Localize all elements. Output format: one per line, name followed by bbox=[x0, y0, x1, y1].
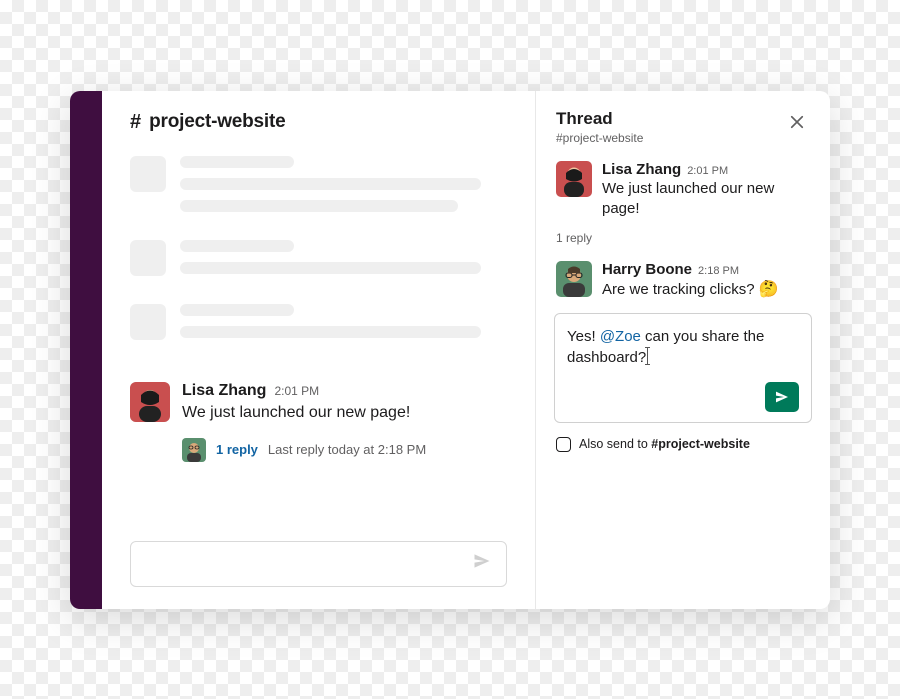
thread-message[interactable]: Harry Boone 2:18 PM Are we tracking click… bbox=[556, 261, 810, 301]
thread-text: We just launched our new page! bbox=[602, 179, 810, 220]
avatar-harry[interactable] bbox=[556, 261, 592, 297]
thread-text: Are we tracking clicks? 🤔 bbox=[602, 279, 810, 301]
avatar-lisa[interactable] bbox=[130, 382, 170, 422]
thread-pane: Thread #project-website Lisa Zhang 2:01 P… bbox=[536, 91, 830, 609]
send-button[interactable] bbox=[765, 382, 799, 412]
mention[interactable]: @Zoe bbox=[600, 328, 641, 345]
channel-name: project-website bbox=[149, 111, 285, 133]
hash-icon: # bbox=[130, 111, 141, 134]
thread-time: 2:18 PM bbox=[698, 265, 739, 277]
message-placeholders bbox=[108, 148, 529, 376]
also-send-label: Also send to #project-website bbox=[579, 437, 750, 451]
thread-header: Thread #project-website bbox=[536, 91, 830, 155]
channel-composer[interactable] bbox=[130, 541, 507, 587]
thread-message[interactable]: Lisa Zhang 2:01 PM We just launched our n… bbox=[556, 161, 810, 220]
replies-link[interactable]: 1 reply bbox=[216, 442, 258, 457]
message-author[interactable]: Lisa Zhang bbox=[182, 382, 266, 400]
thread-author[interactable]: Lisa Zhang bbox=[602, 161, 681, 178]
app-window: # project-website bbox=[70, 91, 830, 609]
thinking-face-emoji: 🤔 bbox=[759, 281, 779, 298]
avatar-harry-small bbox=[182, 438, 206, 462]
also-send-row[interactable]: Also send to #project-website bbox=[536, 433, 830, 456]
avatar-lisa[interactable] bbox=[556, 161, 592, 197]
thread-composer-text[interactable]: Yes! @Zoe can you share the dashboard? bbox=[567, 326, 799, 368]
channel-message[interactable]: Lisa Zhang 2:01 PM We just launched our … bbox=[108, 376, 529, 430]
thread-time: 2:01 PM bbox=[687, 165, 728, 177]
also-send-checkbox[interactable] bbox=[556, 437, 571, 452]
thread-title: Thread bbox=[556, 109, 643, 129]
message-text: We just launched our new page! bbox=[182, 402, 507, 424]
thread-composer[interactable]: Yes! @Zoe can you share the dashboard? bbox=[554, 313, 812, 423]
workspace-sidebar bbox=[70, 91, 102, 609]
thread-summary[interactable]: 1 reply Last reply today at 2:18 PM bbox=[108, 430, 529, 472]
thread-subtitle: #project-website bbox=[556, 131, 643, 145]
send-icon[interactable] bbox=[472, 551, 492, 576]
message-time: 2:01 PM bbox=[274, 384, 319, 398]
close-thread-button[interactable] bbox=[784, 109, 810, 140]
thread-reply-count: 1 reply bbox=[536, 225, 830, 255]
text-cursor-icon bbox=[647, 348, 648, 364]
thread-author[interactable]: Harry Boone bbox=[602, 261, 692, 278]
channel-header[interactable]: # project-website bbox=[108, 91, 529, 148]
channel-pane: # project-website bbox=[102, 91, 536, 609]
last-reply-time: Last reply today at 2:18 PM bbox=[268, 442, 426, 457]
